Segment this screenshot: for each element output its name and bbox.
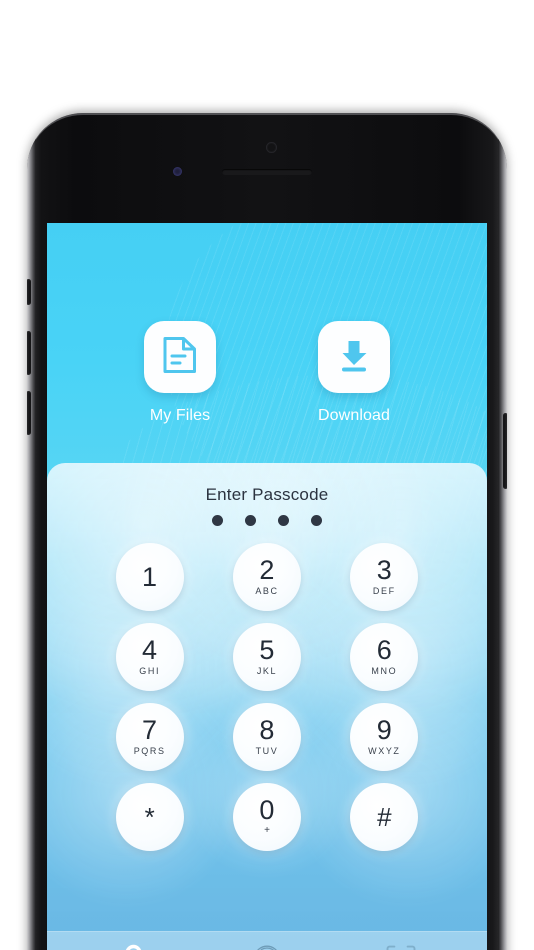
keypad-digit: 1 [142, 561, 158, 592]
headline-ampersand: & [181, 38, 223, 77]
app-tile-download[interactable] [318, 321, 390, 393]
phone-screen: My Files Download Enter Passcode 1 2 ABC… [47, 223, 487, 950]
keypad-letters: DEF [372, 586, 396, 596]
passcode-dots [47, 515, 487, 526]
document-icon [161, 335, 199, 380]
keypad-digit: 0 [259, 795, 275, 825]
passcode-dot [245, 515, 256, 526]
keypad-key-2[interactable]: 2 ABC [232, 543, 301, 611]
keypad-digit: 2 [259, 555, 275, 585]
keypad-letters: WXYZ [368, 746, 401, 756]
front-camera-icon [266, 142, 277, 153]
faceid-icon [385, 944, 417, 950]
touch-id-unlock-button[interactable] [244, 940, 290, 950]
app-tile-my-files[interactable] [144, 321, 216, 393]
keypad-digit: 4 [142, 635, 158, 665]
keypad-letters: ABC [255, 586, 279, 596]
keypad-letters: MNO [371, 666, 398, 676]
keypad-key-3[interactable]: 3 DEF [350, 543, 419, 611]
fingerprint-icon [252, 943, 282, 950]
keypad-plus: + [264, 825, 270, 836]
app-shortcut-download[interactable]: Download [310, 321, 398, 425]
phone-left-edge [27, 113, 36, 950]
headline-bold-secure: Secure [222, 38, 338, 77]
lock-icon [120, 944, 147, 950]
keypad-key-hash[interactable]: # [350, 783, 419, 851]
silent-switch[interactable] [27, 279, 31, 305]
keypad-symbol: * [144, 802, 155, 832]
face-id-unlock-button[interactable] [378, 940, 424, 950]
keypad-key-4[interactable]: 4 GHI [115, 623, 184, 691]
volume-up-button[interactable] [27, 331, 31, 375]
keypad-digit: 3 [376, 555, 392, 585]
keypad-letters: GHI [139, 666, 161, 676]
passcode-panel: Enter Passcode 1 2 ABC 3 DEF 4 GHI 5 JKL… [47, 463, 487, 950]
passcode-prompt: Enter Passcode [205, 485, 329, 504]
download-icon [334, 335, 374, 380]
keypad-digit: 7 [142, 715, 158, 745]
page-title: Save & Secure Video [0, 36, 534, 80]
phone-right-edge [498, 113, 507, 950]
passcode-keypad: 1 2 ABC 3 DEF 4 GHI 5 JKL 6 MNO 7 PQRS 8… [47, 543, 487, 851]
keypad-key-8[interactable]: 8 TUV [232, 703, 301, 771]
keypad-digit: 5 [259, 635, 275, 665]
keypad-key-1[interactable]: 1 [115, 543, 184, 611]
headline-light-video: Video [336, 38, 434, 77]
keypad-key-0[interactable]: 0 + [232, 783, 301, 851]
unlock-method-bar [47, 931, 487, 950]
proximity-sensor-icon [173, 167, 182, 176]
keypad-key-5[interactable]: 5 JKL [232, 623, 301, 691]
app-label-my-files: My Files [149, 407, 211, 424]
keypad-symbol: # [377, 802, 392, 832]
keypad-key-7[interactable]: 7 PQRS [115, 703, 184, 771]
volume-down-button[interactable] [27, 391, 31, 435]
keypad-letters: PQRS [133, 746, 166, 756]
power-button[interactable] [503, 413, 507, 489]
keypad-key-6[interactable]: 6 MNO [350, 623, 419, 691]
keypad-digit: 9 [376, 715, 392, 745]
keypad-digit: 8 [259, 715, 275, 745]
phone-mockup: My Files Download Enter Passcode 1 2 ABC… [27, 113, 507, 950]
headline-bold-save: Save [100, 38, 182, 77]
earpiece-speaker-icon [222, 169, 312, 175]
passcode-dot [212, 515, 223, 526]
keypad-key-asterisk[interactable]: * [115, 783, 184, 851]
passcode-dot [278, 515, 289, 526]
app-label-download: Download [318, 407, 390, 424]
keypad-letters: TUV [255, 746, 279, 756]
passcode-dot [311, 515, 322, 526]
passcode-unlock-button[interactable] [110, 940, 156, 950]
keypad-digit: 6 [376, 635, 392, 665]
keypad-key-9[interactable]: 9 WXYZ [350, 703, 419, 771]
app-shortcuts: My Files Download [47, 321, 487, 425]
keypad-letters: JKL [256, 666, 278, 676]
app-shortcut-my-files[interactable]: My Files [136, 321, 224, 425]
